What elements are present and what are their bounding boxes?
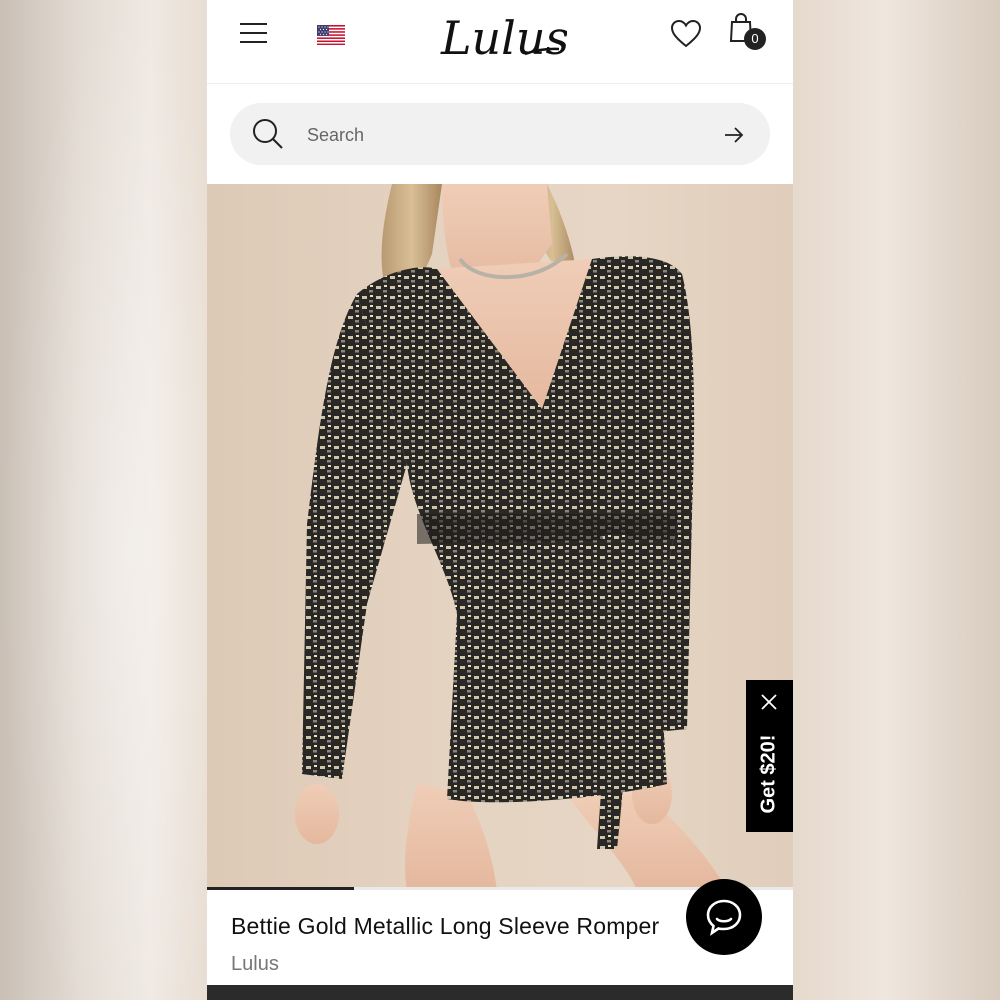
hamburger-menu-icon[interactable] bbox=[240, 20, 268, 48]
logo-text: Lulus bbox=[440, 11, 567, 65]
search-input[interactable] bbox=[305, 119, 689, 151]
arrow-right-icon[interactable] bbox=[722, 123, 746, 147]
us-flag-icon[interactable] bbox=[317, 25, 345, 45]
shopping-bag-button[interactable]: 0 bbox=[729, 12, 769, 53]
bottom-bar bbox=[207, 985, 793, 1000]
product-photo[interactable] bbox=[207, 184, 793, 890]
product-brand[interactable]: Lulus bbox=[231, 953, 279, 976]
lulus-logo[interactable]: Lulus bbox=[437, 4, 569, 68]
background-right bbox=[793, 0, 1000, 1000]
heart-icon[interactable] bbox=[670, 19, 702, 49]
gallery-progress-fill bbox=[207, 887, 354, 890]
chat-bubble-icon bbox=[706, 899, 742, 936]
product-title: Bettie Gold Metallic Long Sleeve Romper bbox=[231, 913, 660, 939]
promo-label[interactable]: Get $20! bbox=[758, 735, 781, 814]
close-icon[interactable] bbox=[760, 693, 778, 711]
background-left bbox=[0, 0, 207, 1000]
search-icon bbox=[253, 119, 283, 149]
site-header: Lulus 0 bbox=[207, 0, 793, 84]
promo-tab[interactable]: Get $20! bbox=[746, 680, 793, 832]
search-bar[interactable] bbox=[230, 103, 770, 165]
bag-count-badge: 0 bbox=[744, 28, 766, 50]
chat-button[interactable] bbox=[686, 879, 762, 955]
mobile-page: Lulus 0 Search Get $20! Bettie Gold Meta… bbox=[207, 0, 793, 1000]
